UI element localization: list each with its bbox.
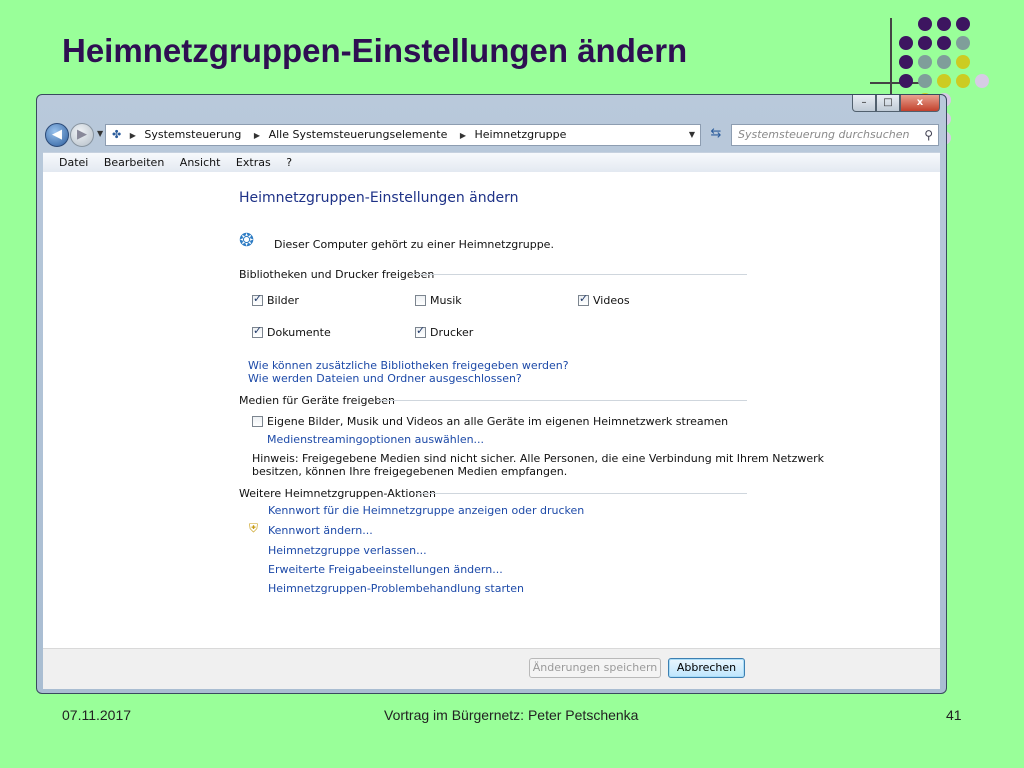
decorative-dot xyxy=(956,17,970,31)
label-drucker: Drucker xyxy=(430,326,474,339)
close-button[interactable]: x xyxy=(900,95,940,112)
section-divider xyxy=(416,493,747,494)
explorer-window: – □ x ◀ ▶ ▼ ✤ ▶ Systemsteuerung ▶ Alle S… xyxy=(36,94,947,694)
footer-page-number: 41 xyxy=(946,707,962,723)
label-bilder: Bilder xyxy=(267,294,299,307)
section-share: Bibliotheken und Drucker freigeben xyxy=(239,268,435,281)
label-media-stream: Eigene Bilder, Musik und Videos an alle … xyxy=(267,415,729,428)
uac-shield-icon: ⛨ xyxy=(249,521,259,535)
forward-arrow-icon[interactable]: ▶ xyxy=(70,123,94,147)
content-pane: Heimnetzgruppen-Einstellungen ändern ❂ D… xyxy=(43,172,940,648)
page-title: Heimnetzgruppen-Einstellungen ändern xyxy=(239,190,519,206)
decorative-dot xyxy=(937,55,951,69)
homegroup-icon: ❂ xyxy=(239,230,255,251)
breadcrumb-alle-elemente[interactable]: Alle Systemsteuerungselemente xyxy=(269,128,448,141)
decorative-dot xyxy=(899,36,913,50)
link-advanced-sharing[interactable]: Erweiterte Freigabeeinstellungen ändern.… xyxy=(268,563,503,576)
breadcrumb-arrow-icon[interactable]: ▶ xyxy=(254,131,260,140)
save-changes-button[interactable]: Änderungen speichern xyxy=(529,658,661,678)
label-musik: Musik xyxy=(430,294,462,307)
decorative-dot xyxy=(937,36,951,50)
decorative-dot xyxy=(899,55,913,69)
label-videos: Videos xyxy=(593,294,630,307)
control-panel-icon: ✤ xyxy=(112,128,122,141)
decorative-dot xyxy=(899,74,913,88)
search-placeholder: Systemsteuerung durchsuchen xyxy=(738,128,910,141)
minimize-button[interactable]: – xyxy=(852,95,876,112)
menu-extras[interactable]: Extras xyxy=(236,156,271,169)
maximize-button[interactable]: □ xyxy=(876,95,900,112)
search-input[interactable]: Systemsteuerung durchsuchen ⚲ xyxy=(731,124,939,146)
decorative-dot xyxy=(956,36,970,50)
decorative-dot xyxy=(918,74,932,88)
decorative-dot xyxy=(918,55,932,69)
menu-help[interactable]: ? xyxy=(286,156,292,169)
checkbox-musik[interactable] xyxy=(415,295,426,306)
footer-presenter: Vortrag im Bürgernetz: Peter Petschenka xyxy=(384,707,639,723)
decorative-dot xyxy=(956,74,970,88)
refresh-icon[interactable]: ⇆ xyxy=(705,126,727,144)
breadcrumb-arrow-icon[interactable]: ▶ xyxy=(460,131,466,140)
section-divider xyxy=(412,274,747,275)
menu-ansicht[interactable]: Ansicht xyxy=(180,156,221,169)
menu-datei[interactable]: Datei xyxy=(59,156,88,169)
address-dropdown-icon[interactable]: ▼ xyxy=(689,125,695,145)
hint-text-line1: Hinweis: Freigegebene Medien sind nicht … xyxy=(252,452,825,465)
back-arrow-icon[interactable]: ◀ xyxy=(45,123,69,147)
window-controls: – □ x xyxy=(852,95,940,112)
breadcrumb-heimnetzgruppe[interactable]: Heimnetzgruppe xyxy=(475,128,567,141)
link-troubleshoot[interactable]: Heimnetzgruppen-Problembehandlung starte… xyxy=(268,582,524,595)
navigation-bar: ◀ ▶ ▼ ✤ ▶ Systemsteuerung ▶ Alle Systems… xyxy=(43,121,940,149)
dialog-button-bar: Änderungen speichern Abbrechen xyxy=(43,648,940,689)
link-libraries[interactable]: Wie können zusätzliche Bibliotheken frei… xyxy=(248,359,569,372)
checkbox-dokumente[interactable] xyxy=(252,324,263,338)
link-leave-homegroup[interactable]: Heimnetzgruppe verlassen... xyxy=(268,544,427,557)
checkbox-media-stream[interactable] xyxy=(252,416,263,427)
cancel-button[interactable]: Abbrechen xyxy=(668,658,745,678)
decorative-dot xyxy=(918,17,932,31)
history-dropdown-icon[interactable]: ▼ xyxy=(97,129,103,138)
breadcrumb-arrow-icon[interactable]: ▶ xyxy=(130,131,136,140)
label-dokumente: Dokumente xyxy=(267,326,331,339)
link-media-options[interactable]: Medienstreamingoptionen auswählen... xyxy=(267,433,484,446)
menu-bearbeiten[interactable]: Bearbeiten xyxy=(104,156,164,169)
decorative-dot xyxy=(975,74,989,88)
link-show-password[interactable]: Kennwort für die Heimnetzgruppe anzeigen… xyxy=(268,504,584,517)
checkbox-drucker[interactable] xyxy=(415,324,426,338)
checkbox-bilder[interactable] xyxy=(252,292,263,306)
slide-title: Heimnetzgruppen-Einstellungen ändern xyxy=(62,32,688,69)
hint-text-line2: besitzen, können Ihre freigegebenen Medi… xyxy=(252,465,568,478)
decorative-dot xyxy=(937,74,951,88)
menu-bar: Datei Bearbeiten Ansicht Extras ? xyxy=(43,152,940,172)
membership-text: Dieser Computer gehört zu einer Heimnetz… xyxy=(274,238,554,251)
checkbox-videos[interactable] xyxy=(578,292,589,306)
breadcrumb-systemsteuerung[interactable]: Systemsteuerung xyxy=(144,128,241,141)
link-change-password[interactable]: Kennwort ändern... xyxy=(268,524,373,537)
decorative-dot xyxy=(956,55,970,69)
search-icon[interactable]: ⚲ xyxy=(924,125,933,145)
decorative-dot xyxy=(918,36,932,50)
section-media: Medien für Geräte freigeben xyxy=(239,394,395,407)
link-excluded[interactable]: Wie werden Dateien und Ordner ausgeschlo… xyxy=(248,372,522,385)
footer-date: 07.11.2017 xyxy=(62,707,132,723)
address-bar[interactable]: ✤ ▶ Systemsteuerung ▶ Alle Systemsteueru… xyxy=(105,124,701,146)
section-divider xyxy=(377,400,747,401)
decorative-dot xyxy=(937,17,951,31)
section-actions: Weitere Heimnetzgruppen-Aktionen xyxy=(239,487,436,500)
